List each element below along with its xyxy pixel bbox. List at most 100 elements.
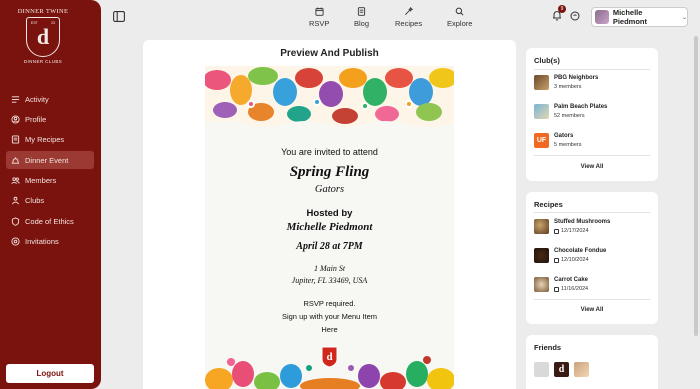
sidebar-nav: Activity Profile My Recipes Dinner Event… <box>6 90 94 253</box>
club-thumbnail-uf-logo: UF <box>534 133 549 148</box>
club-thumbnail <box>534 75 549 90</box>
friend-avatar-logo[interactable]: d <box>554 362 569 377</box>
wand-icon <box>405 7 414 15</box>
recipes-view-all-button[interactable]: View All <box>526 307 658 313</box>
brand-est: EST <box>31 21 38 25</box>
club-members: 5 members <box>554 142 582 148</box>
sidebar-item-code-of-ethics[interactable]: Code of Ethics <box>6 212 94 230</box>
invite-hosted-by: Hosted by <box>306 208 353 219</box>
nav-rsvp[interactable]: RSVP <box>309 7 329 28</box>
divider <box>534 212 650 213</box>
page-title: Preview And Publish <box>280 48 379 59</box>
invite-datetime: April 28 at 7PM <box>296 241 363 252</box>
sidebar-item-invitations[interactable]: Invitations <box>6 233 94 251</box>
sidebar-item-label: Members <box>25 176 57 186</box>
club-name: Gators <box>554 133 574 139</box>
invite-event-name: Spring Fling <box>289 164 370 180</box>
calendar-icon <box>554 228 559 234</box>
sidebar: DINNER TWINE EST 23 d DINNER CLUBS Activ… <box>0 0 101 389</box>
friends-card: Friends d <box>526 335 658 389</box>
recipe-name: Carrot Cake <box>554 277 589 283</box>
recipe-item-stuffed-mushrooms[interactable]: Stuffed Mushrooms 12/17/2024 <box>534 218 610 235</box>
recipe-name: Stuffed Mushrooms <box>554 219 611 225</box>
top-bar: RSVP Blog Recipes Explore 9 Michelle Pie… <box>101 0 700 34</box>
club-members: 52 members <box>554 113 585 119</box>
blog-icon <box>357 7 366 16</box>
mini-logo-mark: d <box>326 351 332 363</box>
recipe-thumbnail <box>534 219 549 234</box>
paisley-border-top <box>205 66 454 130</box>
brand-logo[interactable]: DINNER TWINE EST 23 d DINNER CLUBS <box>14 8 72 80</box>
recipe-item-chocolate-fondue[interactable]: Chocolate Fondue 12/10/2024 <box>534 247 606 264</box>
recipe-name: Chocolate Fondue <box>554 248 607 254</box>
sidebar-item-label: Activity <box>25 94 49 104</box>
brand-mini-logo: d <box>321 346 338 368</box>
sidebar-item-my-recipes[interactable]: My Recipes <box>6 131 94 149</box>
sidebar-item-label: Dinner Event <box>25 155 69 165</box>
invite-address-line1: 1 Main St <box>313 264 346 273</box>
brand-shield: EST 23 d <box>26 17 60 57</box>
calendar-icon <box>554 286 559 292</box>
club-name: Palm Beach Plates <box>554 104 608 110</box>
recipes-icon <box>11 135 20 144</box>
logout-button[interactable]: Logout <box>6 364 94 383</box>
sidebar-item-activity[interactable]: Activity <box>6 90 94 108</box>
brand-arc-text: DINNER TWINE <box>17 8 69 15</box>
recipe-date: 12/10/2024 <box>561 257 589 263</box>
nav-blog[interactable]: Blog <box>354 7 369 28</box>
friend-avatar[interactable] <box>574 362 589 377</box>
sidebar-item-label: Profile <box>25 114 47 124</box>
invite-intro: You are invited to attend <box>281 147 378 157</box>
divider <box>534 299 650 300</box>
dinner-event-icon <box>11 156 20 165</box>
members-icon <box>11 176 20 185</box>
search-icon <box>455 7 464 16</box>
sidebar-item-clubs[interactable]: Clubs <box>6 192 94 210</box>
clubs-view-all-button[interactable]: View All <box>526 164 658 170</box>
recipe-item-carrot-cake[interactable]: Carrot Cake 11/16/2024 <box>534 276 588 293</box>
recipes-heading: Recipes <box>534 200 563 209</box>
page-scrollbar[interactable] <box>694 36 698 336</box>
divider <box>534 155 650 156</box>
sidebar-toggle-icon[interactable] <box>113 11 125 22</box>
calendar-icon <box>315 7 324 16</box>
nav-explore[interactable]: Explore <box>447 7 472 28</box>
nav-label: RSVP <box>309 19 330 28</box>
preview-panel: Preview And Publish You are invited to a… <box>143 40 516 389</box>
invitation-card: You are invited to attend Spring Fling G… <box>205 66 454 389</box>
friend-avatar[interactable] <box>534 362 549 377</box>
recipe-date: 11/16/2024 <box>561 286 589 292</box>
sidebar-item-members[interactable]: Members <box>6 172 94 190</box>
sidebar-item-profile[interactable]: Profile <box>6 110 94 128</box>
club-item-pbg-neighbors[interactable]: PBG Neighbors 3 members <box>534 74 598 91</box>
recipe-thumbnail <box>534 248 549 263</box>
invite-rsvp-note: RSVP required. <box>303 299 356 308</box>
brand-sub-text: DINNER CLUBS <box>23 59 63 64</box>
invite-here-link[interactable]: Here <box>205 325 454 334</box>
avatar <box>595 10 609 24</box>
club-item-gators[interactable]: UF Gators 5 members <box>534 132 582 149</box>
user-name: Michelle Piedmont <box>612 8 648 26</box>
profile-icon <box>11 115 20 124</box>
sidebar-item-dinner-event[interactable]: Dinner Event <box>6 151 94 170</box>
notification-badge: 9 <box>558 5 566 13</box>
nav-recipes[interactable]: Recipes <box>395 7 422 28</box>
club-name: PBG Neighbors <box>554 75 599 81</box>
nav-label: Blog <box>354 19 370 28</box>
chat-icon[interactable] <box>570 11 580 21</box>
clubs-card: Club(s) PBG Neighbors 3 members Palm Bea… <box>526 48 658 181</box>
brand-year: 23 <box>51 21 55 25</box>
brand-mark: d <box>36 24 50 49</box>
sidebar-item-label: Code of Ethics <box>25 216 74 226</box>
sidebar-item-label: Clubs <box>25 196 45 206</box>
sidebar-item-label: Invitations <box>25 237 59 247</box>
user-menu[interactable]: Michelle Piedmont ⌄ <box>591 7 688 27</box>
club-thumbnail <box>534 104 549 119</box>
club-item-palm-beach-plates[interactable]: Palm Beach Plates 52 members <box>534 103 607 120</box>
invitations-icon <box>11 237 20 246</box>
invite-club-name: Gators <box>314 184 345 195</box>
nav-label: Recipes <box>395 19 423 28</box>
shield-icon <box>11 217 20 226</box>
clubs-heading: Club(s) <box>534 56 560 65</box>
recipe-date: 12/17/2024 <box>561 228 589 234</box>
